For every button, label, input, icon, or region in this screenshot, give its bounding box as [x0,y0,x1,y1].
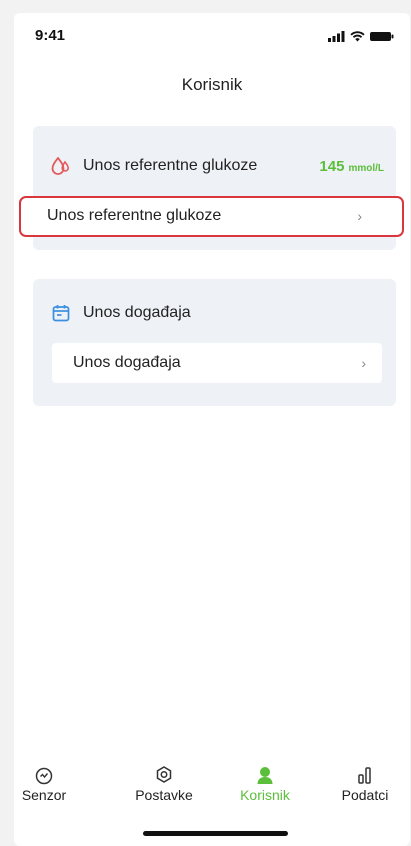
signal-icon [328,29,345,47]
user-icon [254,765,276,785]
status-time: 9:41 [35,27,66,44]
status-bar: 9:41 [14,13,410,63]
battery-icon [370,29,394,47]
glucose-entry-label: Unos referentne glukoze [47,207,222,224]
tab-korisnik[interactable]: Korisnik [232,765,298,803]
bar-chart-icon [354,765,376,785]
home-indicator [143,831,288,836]
event-card-title: Unos događaja [83,304,191,321]
wifi-icon [350,29,365,47]
tab-label-postavke: Postavke [135,787,193,803]
chevron-right-icon: › [361,355,366,371]
tab-postavke[interactable]: Postavke [129,765,199,803]
glucose-card-header: Unos referentne glukoze 145 mmol/L [50,155,384,177]
page-title: Korisnik [181,75,243,94]
event-entry-label: Unos događaja [73,354,181,371]
glucose-value-unit: mmol/L [348,162,384,174]
tab-senzor[interactable]: Senzor [20,765,68,803]
tab-label-senzor: Senzor [21,787,67,803]
event-card: Unos događaja Unos događaja › [33,279,396,406]
glucose-card: Unos referentne glukoze 145 mmol/L Unos … [33,126,396,250]
sensor-icon [33,765,55,785]
tab-podatci[interactable]: Podatci [334,765,396,803]
event-card-header: Unos događaja [50,302,384,324]
tab-label-korisnik: Korisnik [240,787,290,803]
glucose-value-number: 145 [319,157,345,175]
tab-bar: Senzor Postavke Korisnik Podatci [14,765,410,811]
chevron-right-icon: › [357,208,362,224]
status-icons [328,29,394,47]
glucose-value: 145 mmol/L [319,158,384,175]
calendar-icon [50,302,72,324]
tab-label-podatci: Podatci [341,787,389,803]
glucose-entry-row[interactable]: Unos referentne glukoze › [33,196,396,236]
glucose-card-title: Unos referentne glukoze [83,157,258,174]
settings-icon [153,765,175,785]
event-entry-row[interactable]: Unos događaja › [52,343,382,383]
blood-drop-icon [50,155,72,177]
app-screen: 9:41 Korisnik Unos referentne glukoze 14… [14,13,410,846]
